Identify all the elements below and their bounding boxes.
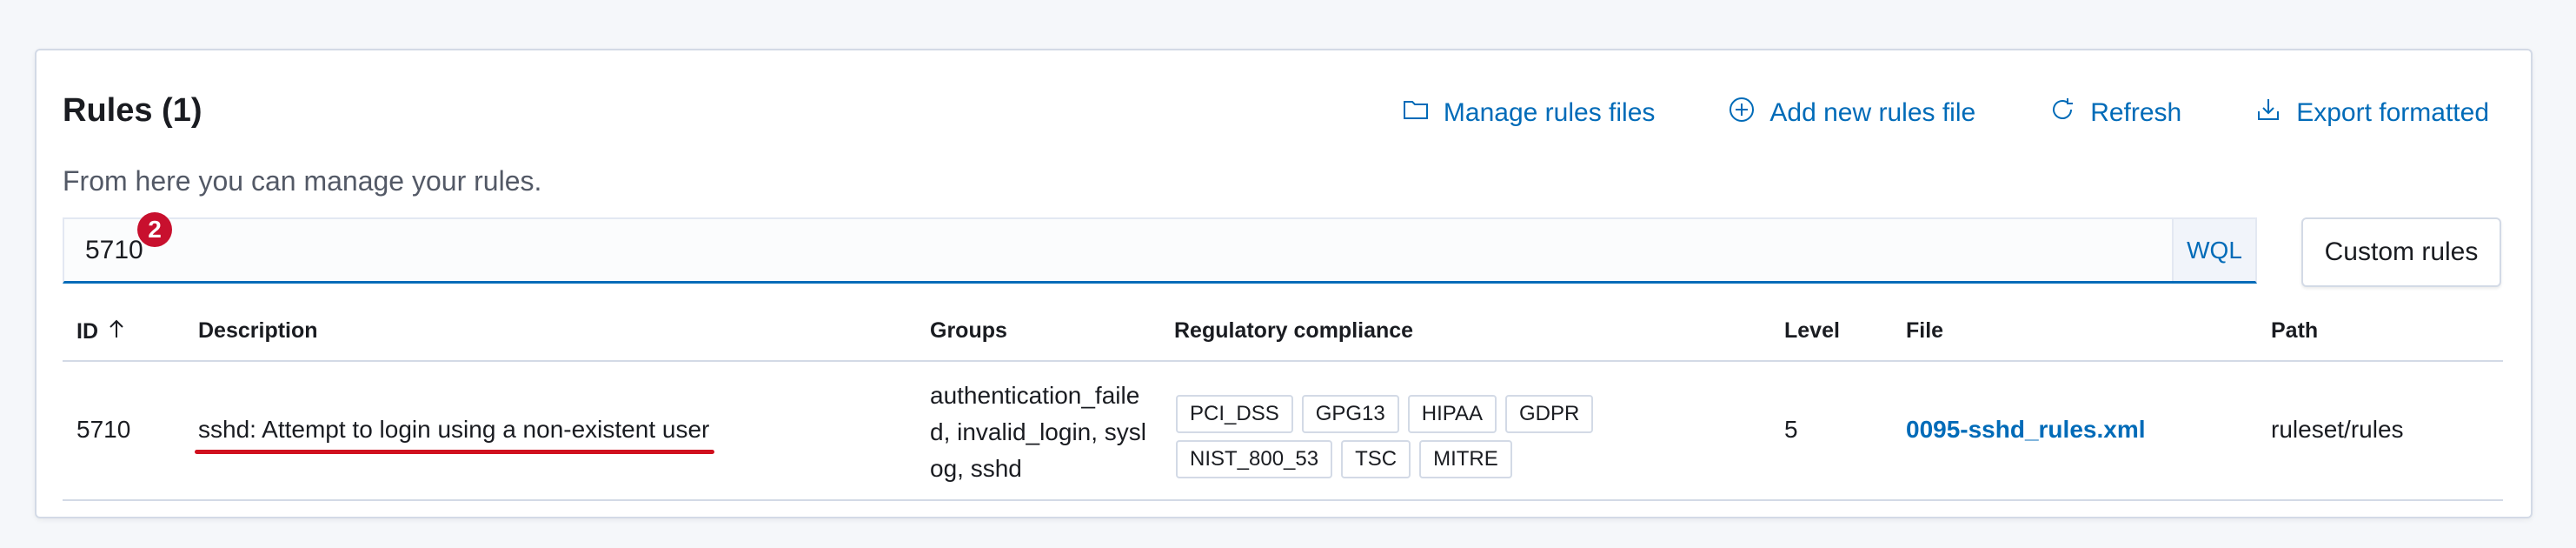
custom-rules-button[interactable]: Custom rules [2301, 217, 2501, 287]
wql-toggle[interactable]: WQL [2172, 219, 2255, 281]
column-header-path[interactable]: Path [2271, 318, 2318, 344]
export-icon [2254, 96, 2282, 130]
rule-description-link[interactable]: sshd: Attempt to login using a non-exist… [195, 416, 715, 454]
refresh-button[interactable]: Refresh [2048, 96, 2181, 130]
compliance-tag[interactable]: HIPAA [1407, 395, 1497, 433]
column-header-id[interactable]: ID [76, 318, 126, 345]
annotation-underline [195, 450, 715, 454]
header-actions: Manage rules files Add new rules file Re… [1402, 96, 2489, 130]
sort-ascending-icon [107, 318, 126, 345]
compliance-tag[interactable]: MITRE [1419, 440, 1512, 478]
search-input[interactable] [64, 219, 2172, 281]
export-formatted-label: Export formatted [2296, 98, 2489, 127]
search-bar: WQL [63, 217, 2257, 284]
compliance-tag[interactable]: GPG13 [1301, 395, 1399, 433]
cell-file: 0095-sshd_rules.xml [1906, 416, 2146, 444]
rule-file-link[interactable]: 0095-sshd_rules.xml [1906, 416, 2146, 443]
manage-rules-files-button[interactable]: Manage rules files [1402, 96, 1655, 130]
column-header-file[interactable]: File [1906, 318, 1943, 344]
refresh-icon [2048, 96, 2076, 130]
compliance-tag[interactable]: TSC [1341, 440, 1411, 478]
compliance-tag[interactable]: PCI_DSS [1176, 395, 1293, 433]
cell-groups: authentication_failed, invalid_login, sy… [930, 382, 1147, 482]
table-header: ID Description Groups Regulatory complia… [63, 304, 2503, 362]
compliance-tags: PCI_DSS GPG13 HIPAA GDPR NIST_800_53 TSC… [1176, 395, 1663, 478]
cell-path: ruleset/rules [2271, 416, 2404, 443]
compliance-tag[interactable]: NIST_800_53 [1176, 440, 1333, 478]
column-header-compliance[interactable]: Regulatory compliance [1174, 318, 1413, 344]
cell-description: sshd: Attempt to login using a non-exist… [195, 416, 715, 454]
rule-description-text: sshd: Attempt to login using a non-exist… [198, 416, 710, 443]
cell-id: 5710 [76, 416, 131, 443]
add-new-rules-file-label: Add new rules file [1769, 98, 1976, 127]
plus-circle-icon [1728, 96, 1756, 130]
manage-rules-files-label: Manage rules files [1443, 98, 1656, 127]
rules-table: ID Description Groups Regulatory complia… [63, 304, 2503, 501]
cell-compliance: PCI_DSS GPG13 HIPAA GDPR NIST_800_53 TSC… [1176, 395, 1663, 478]
page-subtitle: From here you can manage your rules. [63, 165, 542, 197]
export-formatted-button[interactable]: Export formatted [2254, 96, 2489, 130]
page-title: Rules (1) [63, 92, 202, 129]
table-row[interactable]: 5710 sshd: Attempt to login using a non-… [63, 362, 2503, 501]
folder-icon [1402, 96, 1430, 130]
compliance-tag[interactable]: GDPR [1505, 395, 1594, 433]
cell-level: 5 [1784, 416, 1798, 443]
add-new-rules-file-button[interactable]: Add new rules file [1728, 96, 1975, 130]
column-header-groups[interactable]: Groups [930, 318, 1007, 344]
column-header-description[interactable]: Description [198, 318, 318, 344]
refresh-label: Refresh [2090, 98, 2182, 127]
annotation-badge: 2 [137, 212, 172, 247]
column-header-level[interactable]: Level [1784, 318, 1840, 344]
